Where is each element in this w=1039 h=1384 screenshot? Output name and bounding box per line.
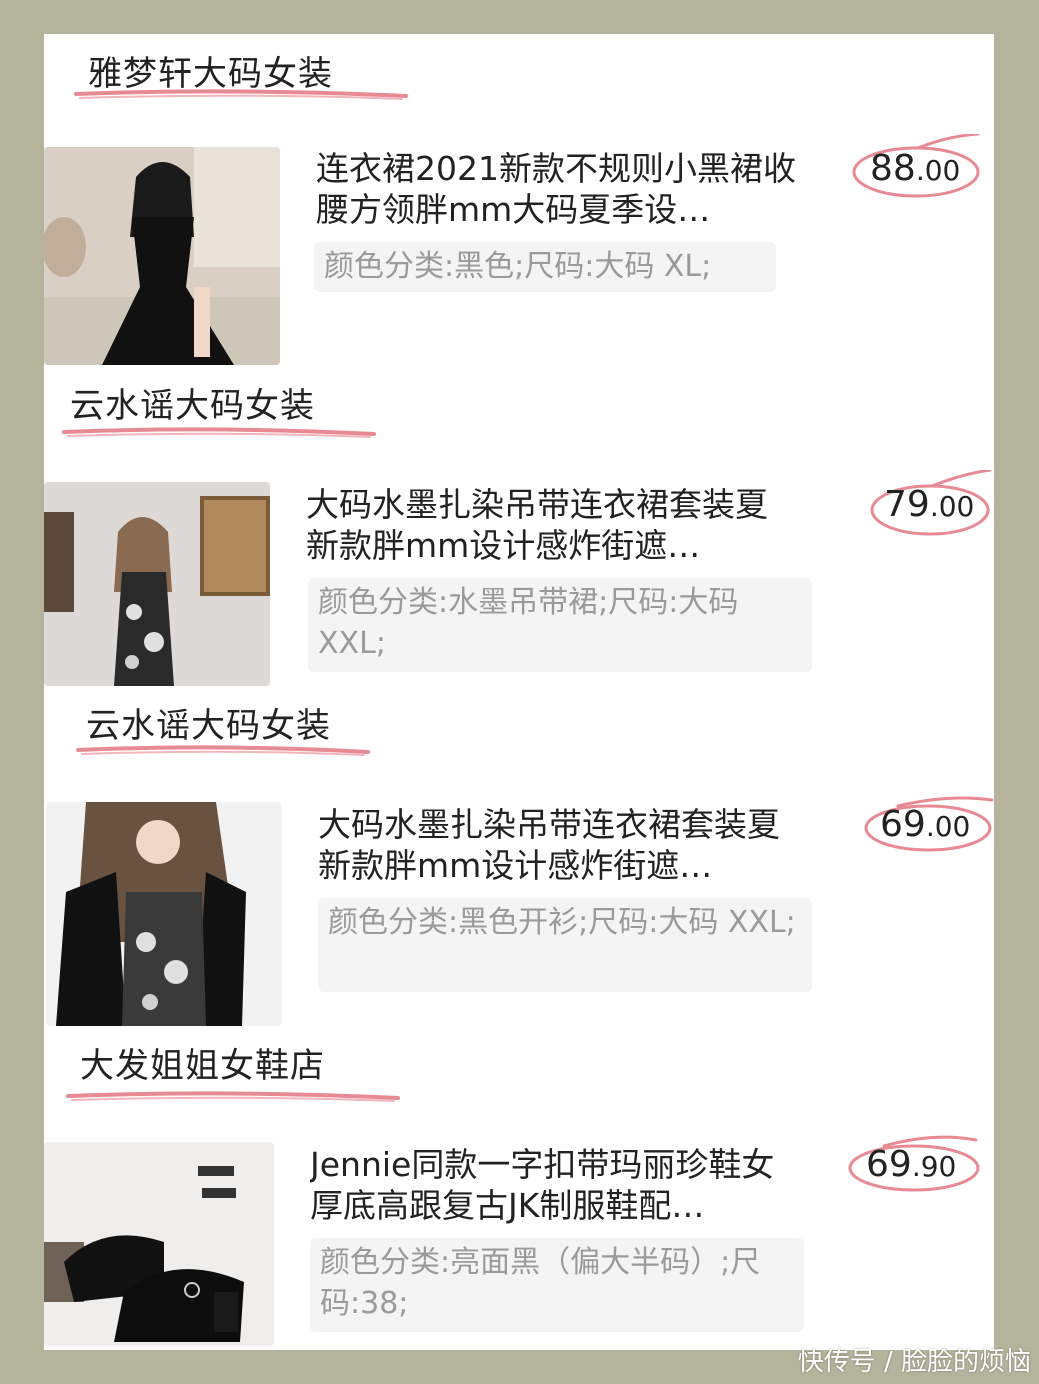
shop-name[interactable]: 大发姐姐女鞋店: [80, 1038, 325, 1087]
shop-name[interactable]: 云水谣大码女装: [70, 378, 315, 427]
shop-name-label: 大发姐姐女鞋店: [80, 1046, 325, 1086]
highlight-underline: [74, 89, 408, 100]
shop-name-label: 云水谣大码女装: [86, 706, 331, 746]
product-title[interactable]: 大码水墨扎染吊带连衣裙套装夏新款胖mm设计感炸街遮…: [318, 804, 808, 886]
price-circled: 69.00: [858, 790, 998, 860]
price-integer: 88: [870, 148, 916, 189]
sku-spec: 颜色分类:黑色;尺码:大码 XL;: [314, 242, 776, 292]
highlight-underline: [76, 745, 370, 756]
price-text: 79.00: [884, 484, 974, 525]
price-integer: 79: [884, 484, 930, 525]
sku-spec: 颜色分类:水墨吊带裙;尺码:大码 XXL;: [308, 578, 812, 672]
shop-name-label: 云水谣大码女装: [70, 386, 315, 426]
order-list-card: 雅梦轩大码女装 连衣裙2021新款不规则小黑裙收腰方领胖mm大码夏季设… 颜色分…: [44, 34, 994, 1350]
shop-name[interactable]: 云水谣大码女装: [86, 698, 331, 747]
price-circled: 88.00: [848, 134, 988, 204]
product-title[interactable]: 连衣裙2021新款不规则小黑裙收腰方领胖mm大码夏季设…: [316, 148, 806, 230]
price-integer: 69: [880, 804, 926, 845]
product-image-ink-dress-cardigan: [46, 802, 282, 1026]
price-text: 69.00: [880, 804, 970, 845]
product-thumbnail[interactable]: [46, 802, 282, 1026]
price-text: 69.90: [866, 1144, 956, 1185]
product-image-ink-dress: [44, 482, 270, 686]
price-circled: 79.00: [862, 470, 1002, 540]
product-image-mary-jane-shoes: [44, 1142, 274, 1346]
product-thumbnail[interactable]: [44, 1142, 274, 1346]
price-decimal: .00: [915, 154, 961, 187]
highlight-underline: [66, 1091, 400, 1102]
product-thumbnail[interactable]: [44, 482, 270, 686]
price-integer: 69: [866, 1144, 912, 1185]
highlight-underline: [62, 427, 376, 438]
price-circled: 69.90: [844, 1130, 984, 1200]
product-title[interactable]: Jennie同款一字扣带玛丽珍鞋女厚底高跟复古JK制服鞋配…: [310, 1144, 800, 1226]
price-decimal: .00: [929, 490, 975, 523]
product-thumbnail[interactable]: [44, 147, 280, 365]
watermark: 快传号 / 脸脸的烦恼: [797, 1347, 1031, 1377]
sku-spec: 颜色分类:黑色开衫;尺码:大码 XXL;: [318, 898, 812, 992]
sku-spec: 颜色分类:亮面黑（偏大半码）;尺码:38;: [310, 1238, 804, 1332]
price-decimal: .90: [911, 1150, 957, 1183]
price-text: 88.00: [870, 148, 960, 189]
product-image-black-dress: [44, 147, 280, 365]
product-title[interactable]: 大码水墨扎染吊带连衣裙套装夏新款胖mm设计感炸街遮…: [306, 484, 796, 566]
price-decimal: .00: [925, 810, 971, 843]
